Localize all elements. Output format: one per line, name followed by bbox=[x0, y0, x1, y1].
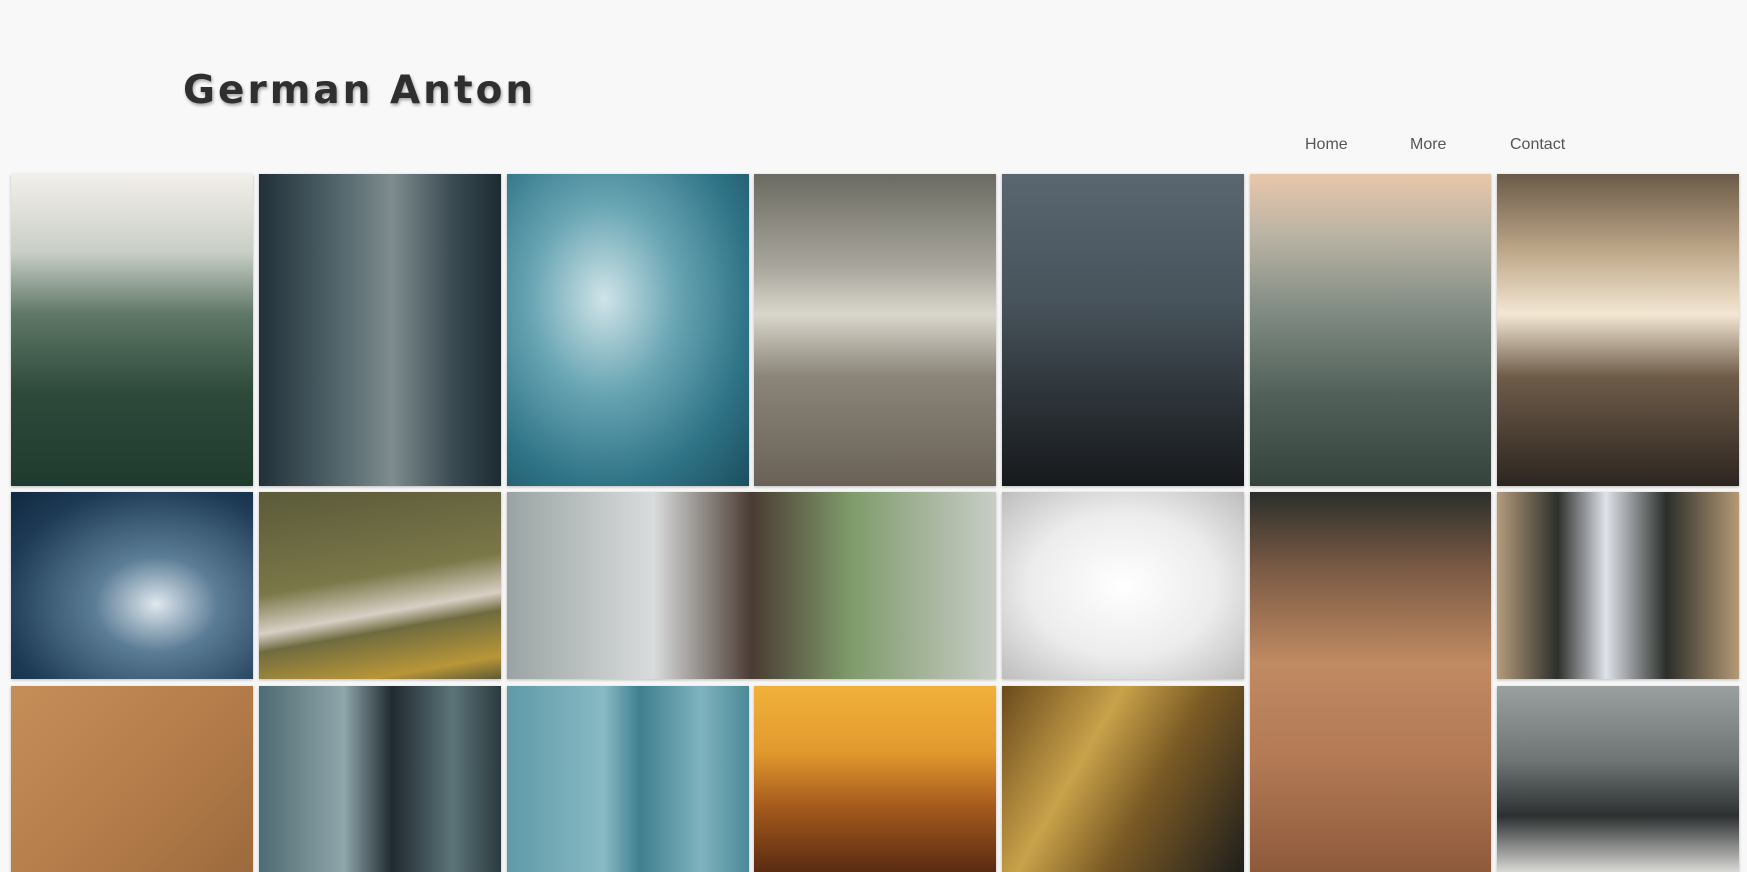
photo-tile-laughing-woman[interactable] bbox=[507, 492, 996, 679]
photo-tile-surfboards[interactable] bbox=[507, 686, 749, 872]
photo-tile-motorcycle[interactable] bbox=[1497, 686, 1739, 872]
photo-tile-man-hoodie[interactable] bbox=[259, 174, 501, 486]
photo-tile-ship-painting[interactable] bbox=[754, 174, 996, 486]
photo-tile-ocean-surfer[interactable] bbox=[507, 174, 749, 486]
photo-tile-quilted-jacket[interactable] bbox=[1497, 492, 1739, 679]
photo-gallery bbox=[0, 0, 1747, 872]
photo-tile-woman-headscarf[interactable] bbox=[259, 686, 501, 872]
photo-tile-ocean-waves[interactable] bbox=[1497, 174, 1739, 486]
photo-tile-misty-forest[interactable] bbox=[11, 174, 253, 486]
photo-tile-gramophone[interactable] bbox=[1002, 686, 1244, 872]
photo-tile-woman-sitting[interactable] bbox=[1250, 492, 1491, 872]
photo-tile-vintage-camera[interactable] bbox=[11, 686, 253, 872]
photo-tile-succulent[interactable] bbox=[1002, 492, 1244, 679]
photo-tile-whale-tails[interactable] bbox=[11, 492, 253, 679]
photo-tile-phone-camera[interactable] bbox=[1002, 174, 1244, 486]
photo-tile-soccer[interactable] bbox=[259, 492, 501, 679]
photo-tile-surfer-sunset[interactable] bbox=[754, 686, 996, 872]
photo-tile-mountains[interactable] bbox=[1250, 174, 1491, 486]
